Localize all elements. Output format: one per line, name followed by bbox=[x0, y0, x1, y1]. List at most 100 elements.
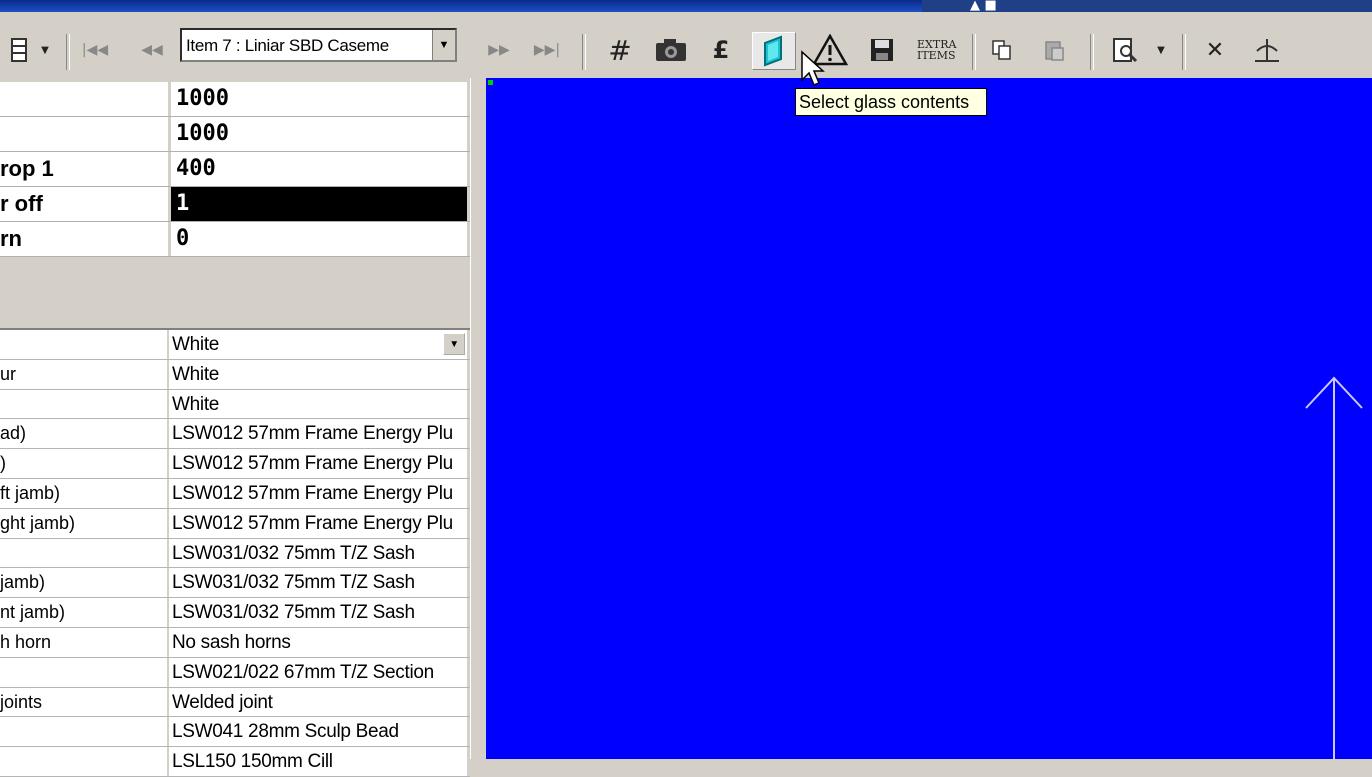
properties-panel: 1000 1000 rop 1 400 r off 1 rn 0 White ▼ bbox=[0, 78, 470, 777]
property-label bbox=[0, 747, 167, 776]
layout-icon[interactable] bbox=[8, 36, 30, 64]
mouse-pointer-icon bbox=[800, 50, 826, 93]
canvas-corner-marker bbox=[488, 80, 493, 85]
property-label: ) bbox=[0, 449, 167, 478]
property-label: ft jamb) bbox=[0, 478, 167, 508]
panel-splitter[interactable] bbox=[470, 78, 487, 759]
main-toolbar: ▼ |◀◀ ◀◀ Item 7 : Liniar SBD Caseme ▼ ▶▶… bbox=[0, 12, 1372, 79]
chevron-down-icon[interactable]: ▼ bbox=[432, 30, 455, 60]
property-label bbox=[0, 389, 167, 419]
extra-items-label: EXTRA ITEMS bbox=[917, 38, 957, 62]
property-value[interactable]: White bbox=[169, 359, 467, 389]
camera-icon[interactable] bbox=[652, 34, 690, 66]
property-row[interactable]: jamb) LSW031/032 75mm T/Z Sash bbox=[0, 568, 470, 599]
dimension-label: r off bbox=[0, 187, 168, 221]
design-canvas[interactable] bbox=[486, 78, 1372, 759]
item-selector[interactable]: Item 7 : Liniar SBD Caseme ▼ bbox=[180, 28, 457, 62]
dimension-value[interactable]: 400 bbox=[171, 152, 467, 186]
measure-icon[interactable] bbox=[1246, 34, 1286, 66]
property-value-text: White bbox=[172, 334, 220, 355]
property-label: ur bbox=[0, 359, 167, 389]
property-label: ad) bbox=[0, 419, 167, 449]
extra-items-button[interactable]: EXTRA ITEMS bbox=[908, 32, 960, 68]
property-value[interactable]: LSW012 57mm Frame Energy Plu bbox=[169, 478, 467, 508]
property-label bbox=[0, 717, 167, 747]
property-value[interactable]: White bbox=[169, 389, 467, 419]
last-item-icon[interactable]: ▶▶| bbox=[530, 36, 564, 64]
dimensions-table: 1000 1000 rop 1 400 r off 1 rn 0 bbox=[0, 82, 470, 257]
property-value[interactable]: Welded joint bbox=[169, 687, 467, 717]
dimension-label: rop 1 bbox=[0, 152, 168, 186]
toolbar-separator bbox=[582, 34, 586, 70]
toolbar-separator bbox=[1090, 34, 1094, 70]
dimension-arrow-icon bbox=[1305, 376, 1363, 759]
item-selector-value: Item 7 : Liniar SBD Caseme bbox=[186, 36, 389, 55]
dimension-value-selected[interactable]: 1 bbox=[171, 187, 467, 221]
tooltip-text: Select glass contents bbox=[799, 92, 970, 112]
property-label: h horn bbox=[0, 627, 167, 657]
property-label: jamb) bbox=[0, 568, 167, 598]
tools-icon[interactable]: ✕ bbox=[1200, 36, 1230, 64]
dimension-label bbox=[0, 117, 168, 151]
select-glass-button[interactable] bbox=[752, 32, 796, 70]
property-row[interactable]: White bbox=[0, 389, 470, 420]
property-row[interactable]: LSL150 150mm Cill bbox=[0, 747, 470, 777]
toolbar-separator bbox=[66, 34, 70, 70]
property-row[interactable]: ft jamb) LSW012 57mm Frame Energy Plu bbox=[0, 478, 470, 509]
property-value[interactable]: LSW031/032 75mm T/Z Sash bbox=[169, 568, 467, 598]
property-row[interactable]: h horn No sash horns bbox=[0, 627, 470, 658]
print-dropdown-icon[interactable]: ▼ bbox=[1152, 40, 1170, 60]
toolbar-separator bbox=[972, 34, 976, 70]
dimension-row[interactable]: rn 0 bbox=[0, 222, 470, 257]
dimension-value[interactable]: 1000 bbox=[171, 117, 467, 151]
property-label bbox=[0, 330, 167, 359]
dimension-value[interactable]: 0 bbox=[171, 222, 467, 256]
next-item-icon[interactable]: ▶▶ bbox=[484, 36, 514, 64]
dimension-label bbox=[0, 82, 168, 116]
property-value[interactable]: White ▼ bbox=[169, 330, 467, 359]
property-value[interactable]: LSW012 57mm Frame Energy Plu bbox=[169, 449, 467, 478]
print-preview-icon[interactable] bbox=[1108, 34, 1142, 66]
component-properties-table: White ▼ ur White White ad) LSW012 57mm F… bbox=[0, 328, 470, 777]
property-row[interactable]: ) LSW012 57mm Frame Energy Plu bbox=[0, 449, 470, 479]
grid-icon[interactable]: # bbox=[604, 34, 636, 67]
property-label: nt jamb) bbox=[0, 598, 167, 627]
property-row[interactable]: nt jamb) LSW031/032 75mm T/Z Sash bbox=[0, 598, 470, 628]
property-row[interactable]: joints Welded joint bbox=[0, 687, 470, 718]
dimension-value[interactable]: 1000 bbox=[171, 82, 467, 116]
copy-icon[interactable] bbox=[988, 36, 1016, 64]
paste-icon[interactable] bbox=[1040, 36, 1068, 64]
property-label bbox=[0, 538, 167, 568]
property-row[interactable]: LSW041 28mm Sculp Bead bbox=[0, 717, 470, 748]
previous-item-icon[interactable]: ◀◀ bbox=[138, 36, 166, 64]
property-value[interactable]: LSW031/032 75mm T/Z Sash bbox=[169, 538, 467, 568]
first-item-icon[interactable]: |◀◀ bbox=[80, 36, 110, 64]
property-label bbox=[0, 657, 167, 687]
property-row[interactable]: ght jamb) LSW012 57mm Frame Energy Plu bbox=[0, 508, 470, 539]
currency-symbol: £ bbox=[712, 36, 730, 64]
chevron-down-icon[interactable]: ▼ bbox=[443, 333, 465, 355]
property-row[interactable]: White ▼ bbox=[0, 330, 470, 360]
property-row[interactable]: ad) LSW012 57mm Frame Energy Plu bbox=[0, 419, 470, 450]
property-value[interactable]: LSL150 150mm Cill bbox=[169, 747, 467, 776]
property-value[interactable]: LSW031/032 75mm T/Z Sash bbox=[169, 598, 467, 627]
dimension-row[interactable]: 1000 bbox=[0, 82, 470, 117]
dimension-row[interactable]: 1000 bbox=[0, 117, 470, 152]
price-icon[interactable]: £ bbox=[708, 34, 734, 66]
property-label: ght jamb) bbox=[0, 508, 167, 538]
toolbar-separator bbox=[1182, 34, 1186, 70]
property-row[interactable]: LSW031/032 75mm T/Z Sash bbox=[0, 538, 470, 569]
dimension-row[interactable]: r off 1 bbox=[0, 187, 470, 222]
property-value[interactable]: No sash horns bbox=[169, 627, 467, 657]
property-row[interactable]: LSW021/022 67mm T/Z Section bbox=[0, 657, 470, 688]
dimension-row[interactable]: rop 1 400 bbox=[0, 152, 470, 187]
property-label: joints bbox=[0, 687, 167, 717]
property-row[interactable]: ur White bbox=[0, 359, 470, 390]
property-value[interactable]: LSW012 57mm Frame Energy Plu bbox=[169, 508, 467, 538]
dimension-label: rn bbox=[0, 222, 168, 256]
save-icon[interactable] bbox=[868, 36, 896, 64]
layout-dropdown-icon[interactable]: ▼ bbox=[36, 40, 54, 60]
property-value[interactable]: LSW041 28mm Sculp Bead bbox=[169, 717, 467, 747]
property-value[interactable]: LSW012 57mm Frame Energy Plu bbox=[169, 419, 467, 449]
property-value[interactable]: LSW021/022 67mm T/Z Section bbox=[169, 657, 467, 687]
